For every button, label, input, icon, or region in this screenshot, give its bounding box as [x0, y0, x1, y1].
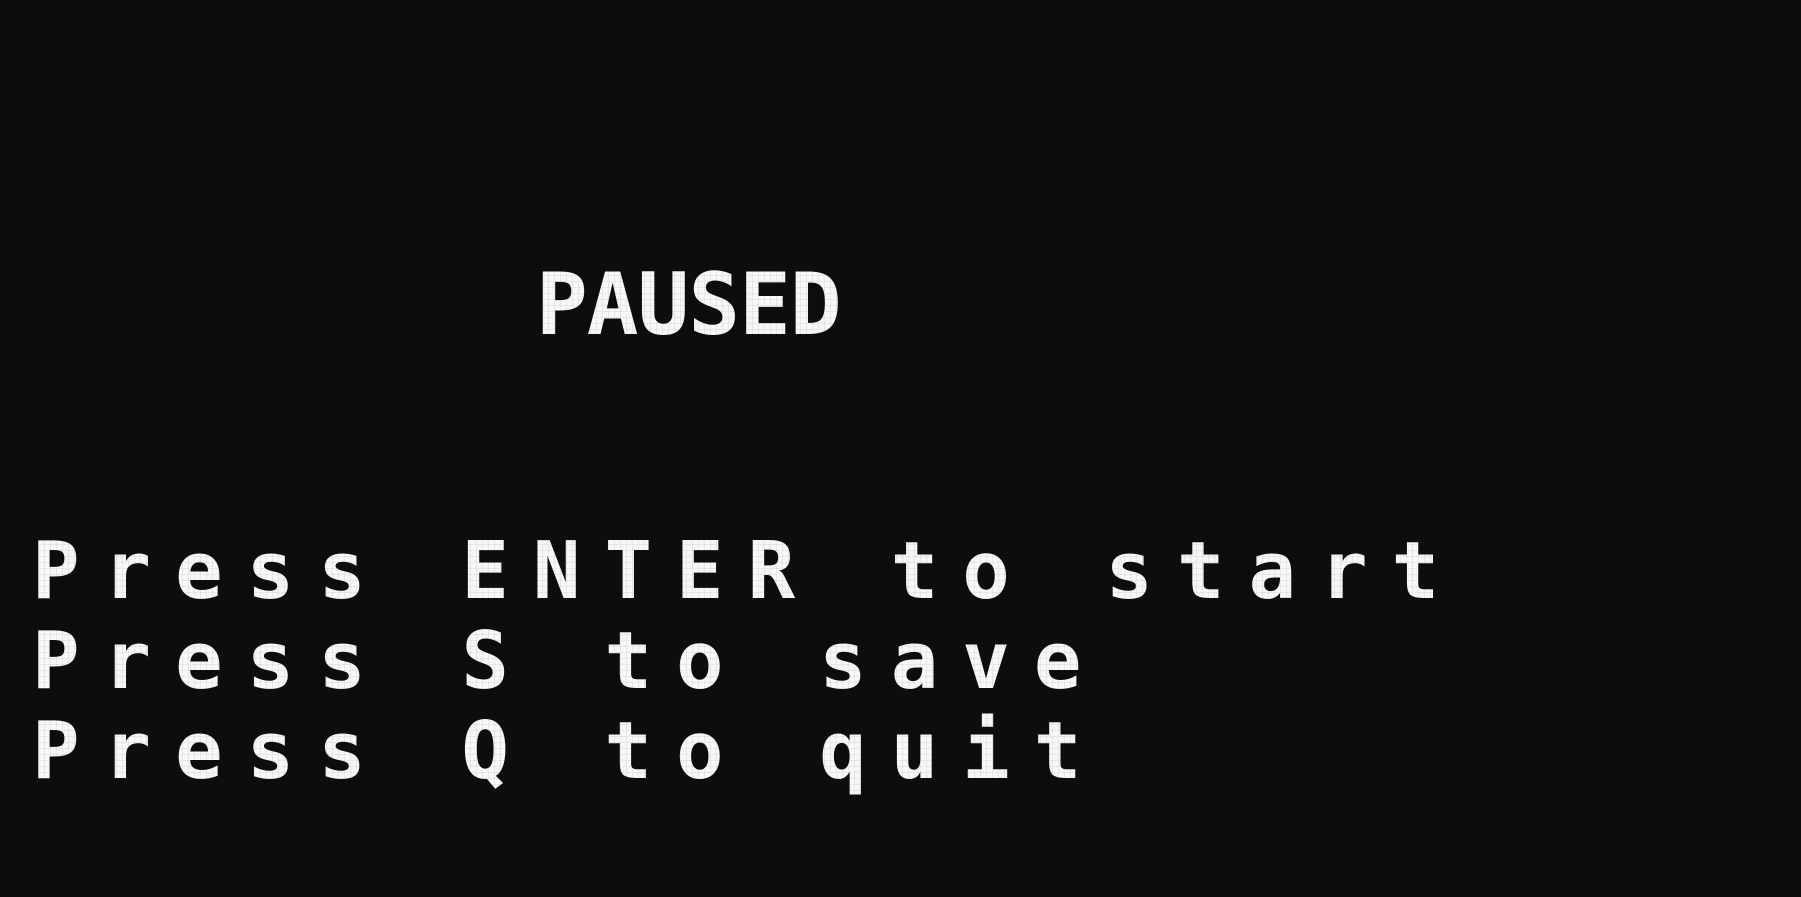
quit-option[interactable]: Press Q to quit: [32, 705, 1532, 798]
start-option-label: Press ENTER to start: [32, 525, 1464, 617]
paused-title: PAUSED: [536, 255, 841, 355]
game-screen: PAUSED Press ENTER to start Press S to s…: [0, 0, 1801, 897]
start-option[interactable]: Press ENTER to start: [32, 525, 1532, 618]
save-option-label: Press S to save: [32, 615, 1106, 707]
quit-option-label: Press Q to quit: [32, 705, 1106, 797]
save-option[interactable]: Press S to save: [32, 615, 1532, 708]
pause-menu: Press ENTER to start Press S to save Pre…: [32, 525, 1532, 798]
